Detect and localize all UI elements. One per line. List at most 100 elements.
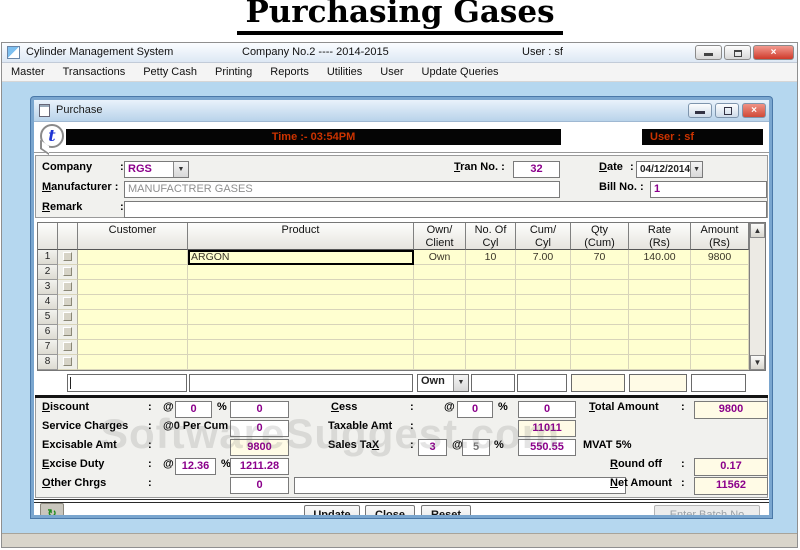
cell-cyl[interactable] <box>466 355 516 370</box>
remark-field[interactable] <box>124 201 767 218</box>
entry-cum-input[interactable] <box>517 374 567 392</box>
cell-cyl[interactable] <box>466 340 516 355</box>
cess-pct-field[interactable]: 0 <box>457 401 493 418</box>
cell-qty[interactable] <box>571 295 629 310</box>
minimize-button[interactable] <box>695 45 722 60</box>
cell-rate[interactable] <box>629 325 691 340</box>
entry-amount-input[interactable] <box>691 374 746 392</box>
sales-tax-pct-field[interactable]: 5 <box>462 439 490 456</box>
cell-cum[interactable]: 7.00 <box>516 250 571 265</box>
cell-rate[interactable] <box>629 265 691 280</box>
cell-product[interactable] <box>188 265 414 280</box>
cell-cum[interactable] <box>516 340 571 355</box>
sales-tax-count-field[interactable]: 3 <box>418 439 447 456</box>
update-button[interactable]: Update <box>304 505 360 515</box>
cell-own[interactable] <box>414 340 466 355</box>
chevron-down-icon[interactable]: ▼ <box>453 375 468 391</box>
chevron-down-icon[interactable]: ▼ <box>690 162 702 177</box>
row-handle[interactable] <box>58 265 78 280</box>
cell-product[interactable] <box>188 295 414 310</box>
cell-customer[interactable] <box>78 265 188 280</box>
cell-cum[interactable] <box>516 280 571 295</box>
cell-rate[interactable] <box>629 295 691 310</box>
bill-no-field[interactable]: 1 <box>650 181 767 198</box>
maximize-button[interactable] <box>715 103 739 118</box>
menu-item-utilities[interactable]: Utilities <box>318 63 371 81</box>
reset-button[interactable]: Reset <box>421 505 471 515</box>
manufacturer-field[interactable]: MANUFACTRER GASES <box>124 181 560 198</box>
entry-own-select[interactable]: Own ▼ <box>417 374 469 392</box>
cell-cyl[interactable] <box>466 310 516 325</box>
cell-product[interactable] <box>188 355 414 370</box>
scroll-down-icon[interactable]: ▼ <box>750 355 765 370</box>
cell-product[interactable] <box>188 310 414 325</box>
cell-own[interactable] <box>414 355 466 370</box>
service-value-field[interactable]: 0 <box>230 420 289 437</box>
cell-product[interactable]: ARGON <box>188 250 414 265</box>
cell-amount[interactable] <box>691 265 749 280</box>
company-select[interactable]: RGS ▼ <box>124 161 189 178</box>
cell-amount[interactable] <box>691 310 749 325</box>
cell-customer[interactable] <box>78 325 188 340</box>
row-handle[interactable] <box>58 310 78 325</box>
cell-cyl[interactable] <box>466 325 516 340</box>
vertical-scrollbar[interactable]: ▲ ▼ <box>749 223 765 370</box>
row-handle[interactable] <box>58 280 78 295</box>
cell-cyl[interactable]: 10 <box>466 250 516 265</box>
discount-pct-field[interactable]: 0 <box>175 401 212 418</box>
close-button[interactable]: Close <box>365 505 415 515</box>
cell-rate[interactable]: 140.00 <box>629 250 691 265</box>
row-handle[interactable] <box>58 340 78 355</box>
cell-own[interactable] <box>414 325 466 340</box>
cell-qty[interactable] <box>571 280 629 295</box>
menu-item-user[interactable]: User <box>371 63 412 81</box>
cell-amount[interactable] <box>691 355 749 370</box>
cell-own[interactable] <box>414 310 466 325</box>
cell-cum[interactable] <box>516 310 571 325</box>
cell-customer[interactable] <box>78 280 188 295</box>
other-chrgs-desc-field[interactable] <box>294 477 626 494</box>
row-handle[interactable] <box>58 250 78 265</box>
entry-product-input[interactable] <box>189 374 413 392</box>
tran-no-field[interactable]: 32 <box>513 161 560 178</box>
maximize-button[interactable] <box>724 45 751 60</box>
cell-qty[interactable] <box>571 340 629 355</box>
minimize-button[interactable] <box>688 103 712 118</box>
entry-customer-input[interactable] <box>67 374 187 392</box>
menu-item-master[interactable]: Master <box>2 63 54 81</box>
cell-cyl[interactable] <box>466 295 516 310</box>
discount-value-field[interactable]: 0 <box>230 401 289 418</box>
cell-amount[interactable] <box>691 280 749 295</box>
entry-qty-input[interactable] <box>571 374 625 392</box>
cell-own[interactable] <box>414 295 466 310</box>
menu-item-update-queries[interactable]: Update Queries <box>413 63 508 81</box>
menu-item-printing[interactable]: Printing <box>206 63 261 81</box>
row-handle[interactable] <box>58 355 78 370</box>
entry-cyl-input[interactable] <box>471 374 515 392</box>
cell-own[interactable] <box>414 265 466 280</box>
cell-rate[interactable] <box>629 355 691 370</box>
close-button[interactable]: × <box>753 45 794 60</box>
cell-own[interactable]: Own <box>414 250 466 265</box>
cess-value-field[interactable]: 0 <box>518 401 576 418</box>
cell-customer[interactable] <box>78 340 188 355</box>
cell-cyl[interactable] <box>466 265 516 280</box>
cell-customer[interactable] <box>78 250 188 265</box>
cell-amount[interactable] <box>691 325 749 340</box>
cell-customer[interactable] <box>78 295 188 310</box>
cell-product[interactable] <box>188 325 414 340</box>
cell-product[interactable] <box>188 340 414 355</box>
row-handle[interactable] <box>58 325 78 340</box>
chevron-down-icon[interactable]: ▼ <box>173 162 188 177</box>
cell-rate[interactable] <box>629 280 691 295</box>
excise-pct-field[interactable]: 12.36 <box>175 458 216 475</box>
cell-cum[interactable] <box>516 265 571 280</box>
other-chrgs-field[interactable]: 0 <box>230 477 289 494</box>
cell-amount[interactable]: 9800 <box>691 250 749 265</box>
entry-rate-input[interactable] <box>629 374 687 392</box>
cell-amount[interactable] <box>691 295 749 310</box>
date-picker[interactable]: 04/12/2014 ▼ <box>636 161 703 178</box>
menu-item-petty-cash[interactable]: Petty Cash <box>134 63 206 81</box>
recycle-bin-icon[interactable]: ↻ <box>40 503 64 515</box>
cell-qty[interactable] <box>571 325 629 340</box>
